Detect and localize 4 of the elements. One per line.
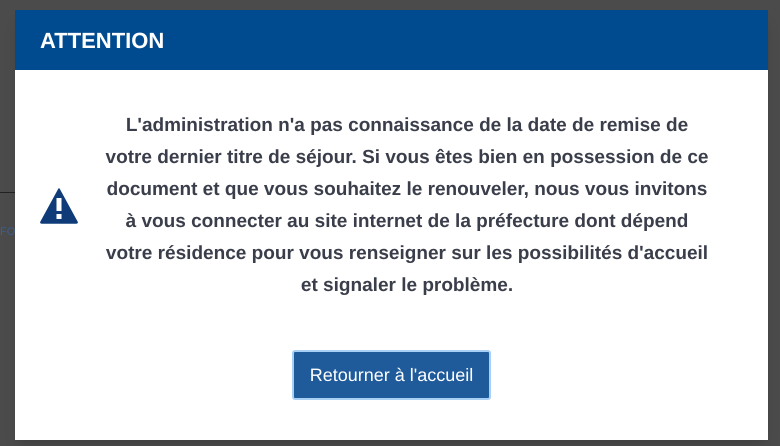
return-home-button[interactable]: Retourner à l'accueil (292, 350, 492, 400)
dialog-message: L'administration n'a pas connaissance de la date de remise de votre dernier titre de séjour. Si vous êtes bien en possession de ce document et que vous souhaitez le renouveler, nous vous invitons à vous connecter au site internet de la préfecture dont dépend votre résidence pour vous renseigner sur les possibilités d'accueil et signaler le problème. (104, 114, 710, 298)
dialog-title: ATTENTION (40, 26, 164, 54)
warning-icon (40, 188, 78, 224)
